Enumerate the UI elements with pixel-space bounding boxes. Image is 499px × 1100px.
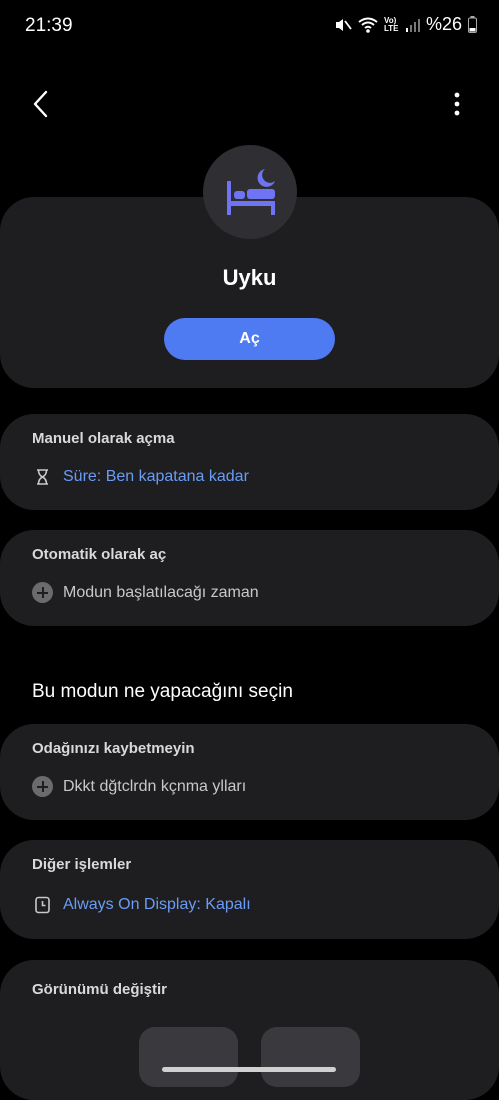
mode-icon-container	[203, 145, 297, 239]
battery-level: %26	[425, 14, 462, 34]
notifications-row[interactable]: Dkkt dğtclrdn kçnma ylları	[32, 776, 246, 797]
duration-label: Süre: Ben kapatana kadar	[63, 468, 249, 485]
add-circle-icon	[32, 582, 53, 603]
schedule-label: Modun başlatılacağı zaman	[63, 583, 259, 601]
status-time: 21:39	[25, 15, 73, 36]
more-vertical-icon	[454, 92, 460, 116]
aod-label: Always On Display: Kapalı	[63, 896, 251, 913]
volte-icon: Vo) LTE	[383, 15, 399, 33]
add-circle-icon	[32, 776, 53, 797]
battery-icon	[468, 16, 477, 33]
aod-row[interactable]: Always On Display: Kapalı	[32, 896, 251, 914]
other-actions-title: Diğer işlemler	[32, 856, 132, 873]
theme-preview-tile[interactable]	[261, 1027, 360, 1087]
signal-icon	[405, 18, 420, 32]
automatic-card: Otomatik olarak aç Modun başlatılacağı z…	[0, 530, 499, 626]
focus-card-title: Odağınızı kaybetmeyin	[32, 740, 195, 757]
turn-on-button[interactable]: Aç	[164, 318, 335, 360]
schedule-row[interactable]: Modun başlatılacağı zaman	[32, 582, 259, 603]
status-icons: Vo) LTE %26	[334, 14, 477, 35]
automatic-card-title: Otomatik olarak aç	[32, 546, 167, 563]
more-options-button[interactable]	[441, 86, 473, 122]
wifi-icon	[358, 17, 378, 33]
notifications-label: Dkkt dğtclrdn kçnma ylları	[63, 777, 247, 795]
manual-card: Manuel olarak açma Süre: Ben kapatana ka…	[0, 414, 499, 510]
chevron-left-icon	[33, 90, 48, 118]
focus-card: Odağınızı kaybetmeyin Dkkt dğtclrdn kçnm…	[0, 724, 499, 820]
manual-card-title: Manuel olarak açma	[32, 430, 175, 447]
bed-moon-icon	[227, 169, 275, 215]
appearance-card: Görünümü değiştir	[0, 960, 499, 1100]
status-bar: 21:39 Vo) LTE %26	[0, 0, 499, 52]
clock-display-icon	[35, 896, 50, 914]
back-button[interactable]	[26, 86, 58, 122]
mute-icon	[335, 18, 352, 31]
section-heading: Bu modun ne yapacağını seçin	[32, 681, 293, 702]
other-actions-card: Diğer işlemler Always On Display: Kapalı	[0, 840, 499, 939]
wallpaper-preview-tile[interactable]	[139, 1027, 238, 1087]
appearance-card-title: Görünümü değiştir	[32, 981, 167, 998]
duration-row[interactable]: Süre: Ben kapatana kadar	[32, 468, 249, 486]
navigation-handle[interactable]	[162, 1067, 336, 1072]
mode-title: Uyku	[222, 265, 277, 290]
hourglass-icon	[37, 469, 48, 485]
